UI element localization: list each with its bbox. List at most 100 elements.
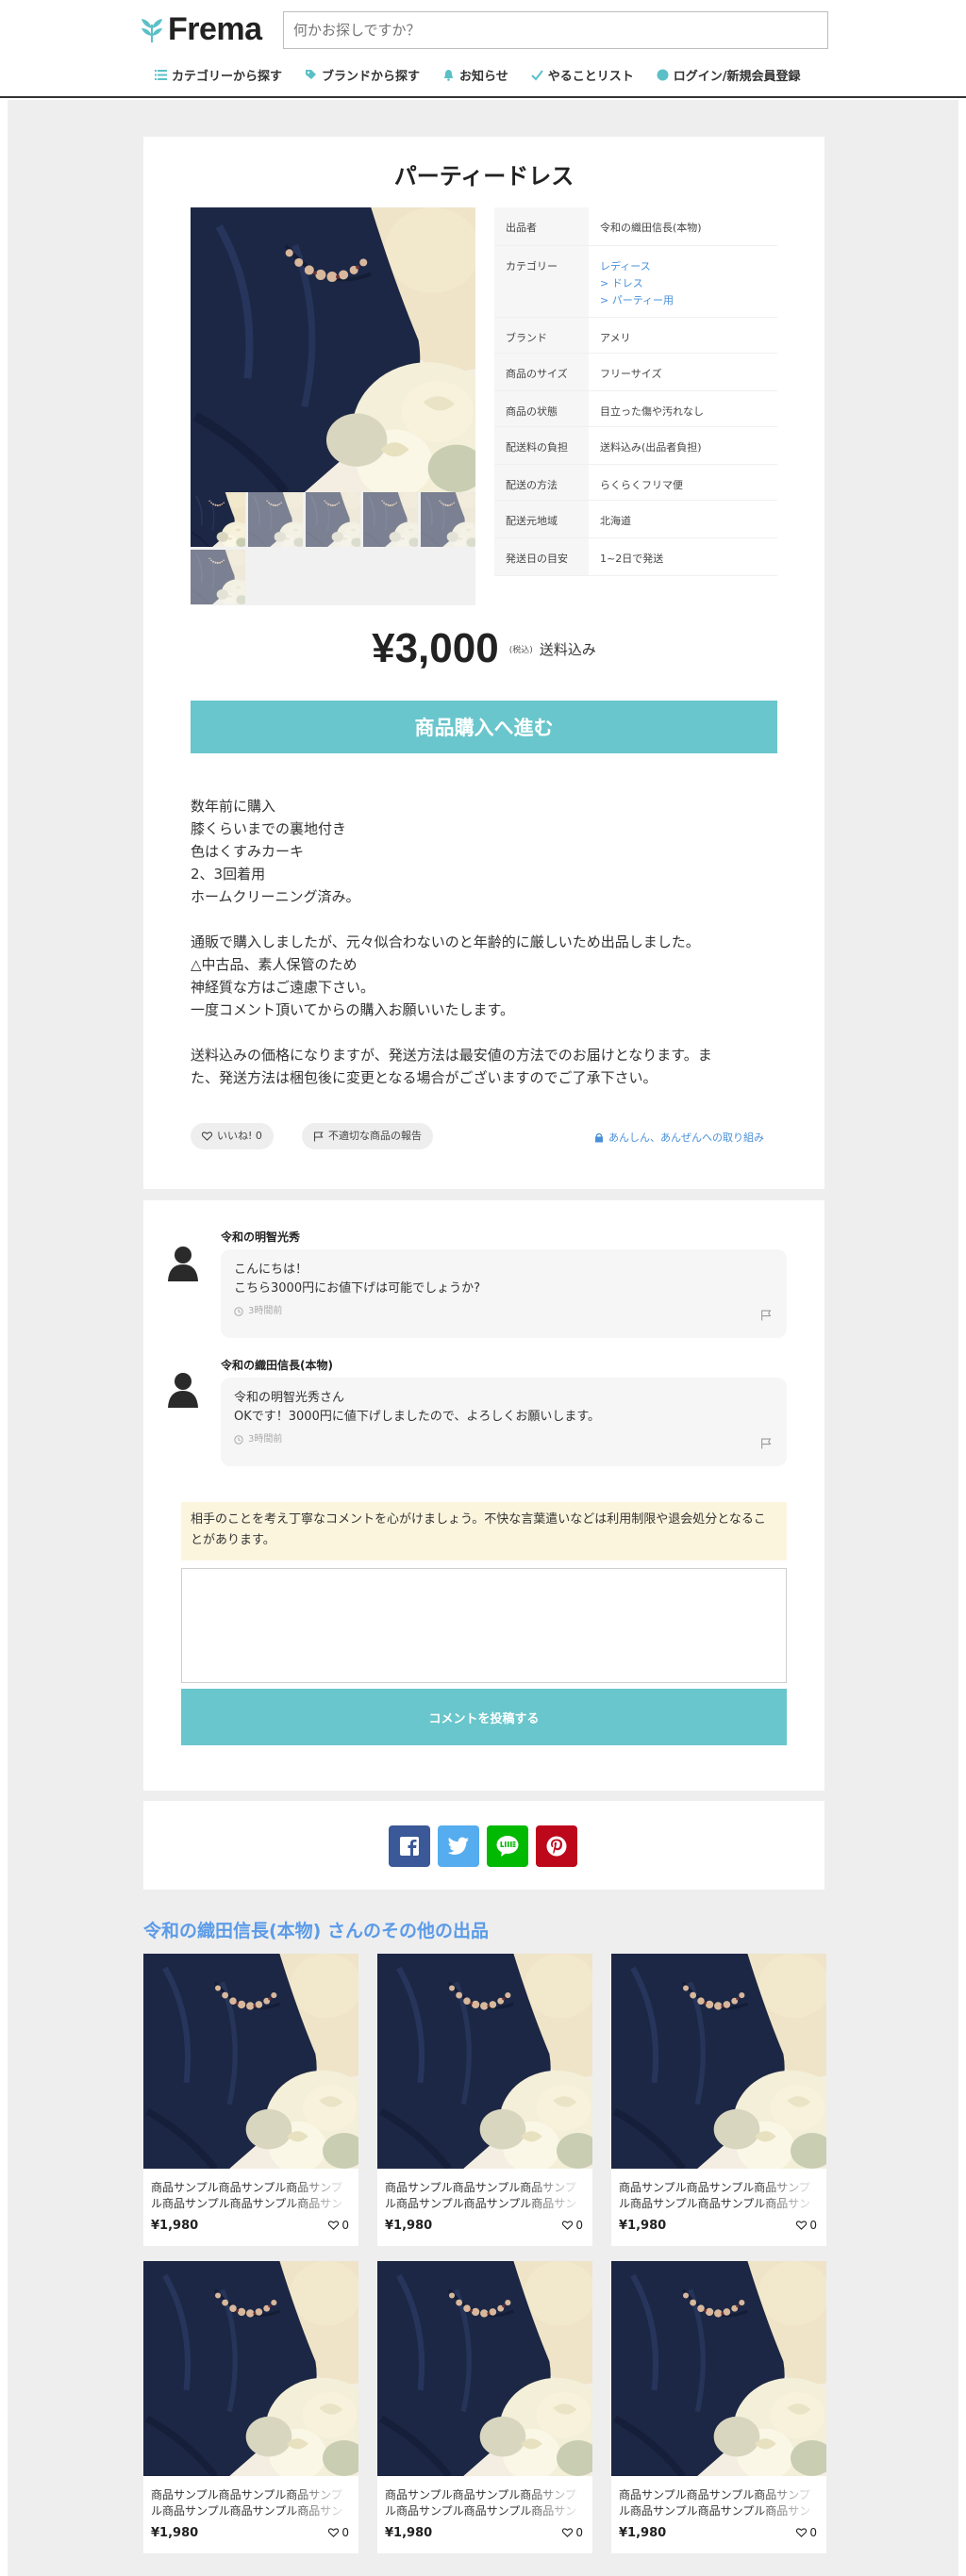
- share-buttons: [389, 1825, 577, 1867]
- spec-label: 発送日の目安: [494, 537, 589, 575]
- listing-price: ¥1,980: [385, 2219, 433, 2233]
- spec-value: フリーサイズ: [600, 367, 662, 380]
- listing-likes: 0: [562, 2526, 583, 2539]
- line-share-button[interactable]: [487, 1825, 528, 1867]
- heart-icon: [328, 2528, 340, 2537]
- thumbnail[interactable]: [306, 492, 360, 547]
- check-icon: [531, 70, 543, 81]
- nav-category-label: カテゴリーから探す: [172, 70, 283, 84]
- heart-icon: [202, 1131, 212, 1141]
- description-line: 数年前に購入: [191, 798, 276, 815]
- description-line: 神経質な方はご遠慮下さい。: [191, 979, 375, 996]
- bell-icon: [444, 70, 454, 81]
- comment-text: 令和の明智光秀さん: [234, 1391, 345, 1405]
- thumbnail[interactable]: [191, 492, 245, 547]
- listing-price: ¥1,980: [151, 2219, 199, 2233]
- post-comment-button[interactable]: コメントを投稿する: [181, 1689, 787, 1745]
- like-label: いいね! 0: [217, 1130, 262, 1142]
- category-link[interactable]: > パーティー用: [600, 292, 777, 309]
- clock-icon: [234, 1435, 243, 1445]
- flag-icon[interactable]: [760, 1310, 772, 1321]
- spec-label: 出品者: [494, 207, 589, 245]
- spec-row-brand: ブランド アメリ: [494, 317, 777, 353]
- logo-text: Frema: [168, 10, 262, 47]
- description-line: △中古品、素人保管のため: [191, 956, 358, 973]
- listing-item[interactable]: 商品サンプル商品サンプル商品サンプル商品サンプル商品サンプル商品サンプル ¥1,…: [611, 2261, 826, 2553]
- share-card: [143, 1801, 824, 1890]
- twitter-share-button[interactable]: [438, 1825, 479, 1867]
- listing-price: ¥1,980: [619, 2526, 667, 2540]
- listing-likes: 0: [796, 2219, 817, 2232]
- comment-text: こんにちは！: [234, 1263, 308, 1277]
- spec-label: 配送の方法: [494, 464, 589, 500]
- heart-icon: [796, 2528, 808, 2537]
- listing-item[interactable]: 商品サンプル商品サンプル商品サンプル商品サンプル商品サンプル商品サンプル ¥1,…: [143, 2261, 358, 2553]
- listing-name: 商品サンプル商品サンプル商品サンプル商品サンプル商品サンプル商品サンプル: [619, 2181, 811, 2210]
- listing-name: 商品サンプル商品サンプル商品サンプル商品サンプル商品サンプル商品サンプル: [385, 2488, 577, 2518]
- safety-link-label: あんしん、あんぜんへの取り組み: [608, 1131, 764, 1144]
- comment-author[interactable]: 令和の織田信長(本物): [221, 1357, 333, 1373]
- leaf-icon: [142, 19, 162, 42]
- facebook-share-button[interactable]: [389, 1825, 430, 1867]
- flag-icon: [313, 1131, 324, 1141]
- clock-icon: [234, 1307, 243, 1316]
- spec-row-shipping-method: 配送の方法 らくらくフリマ便: [494, 464, 777, 500]
- nav-login[interactable]: ログイン/新規会員登録: [657, 66, 801, 84]
- listing-item[interactable]: 商品サンプル商品サンプル商品サンプル商品サンプル商品サンプル商品サンプル ¥1,…: [377, 1954, 592, 2246]
- thumbnail-strip: [191, 492, 475, 605]
- listing-image: [377, 1954, 592, 2169]
- thumbnail[interactable]: [363, 492, 418, 547]
- report-button[interactable]: 不適切な商品の報告: [302, 1123, 433, 1149]
- nav-todo-label: やることリスト: [547, 70, 634, 84]
- comment-input[interactable]: [181, 1568, 787, 1683]
- pinterest-share-button[interactable]: [536, 1825, 577, 1867]
- nav-todo[interactable]: やることリスト: [531, 66, 634, 84]
- thumbnail[interactable]: [191, 550, 245, 604]
- search-input[interactable]: [283, 11, 828, 49]
- heart-icon: [562, 2528, 574, 2537]
- comments-card: 令和の明智光秀 こんにちは！ こちら3000円にお値下げは可能でしょうか? 3時…: [143, 1200, 824, 1791]
- listing-item[interactable]: 商品サンプル商品サンプル商品サンプル商品サンプル商品サンプル商品サンプル ¥1,…: [611, 1954, 826, 2246]
- description-line: 膝くらいまでの裏地付き: [191, 820, 347, 837]
- spec-value: 目立った傷や汚れなし: [600, 405, 704, 418]
- heart-icon: [796, 2221, 808, 2230]
- listing-likes: 0: [328, 2219, 349, 2232]
- nav-brand[interactable]: ブランドから探す: [305, 66, 420, 84]
- buy-button[interactable]: 商品購入へ進む: [191, 701, 777, 753]
- listing-item[interactable]: 商品サンプル商品サンプル商品サンプル商品サンプル商品サンプル商品サンプル ¥1,…: [377, 2261, 592, 2553]
- nav-news-label: お知らせ: [459, 70, 508, 84]
- thumbnail[interactable]: [248, 492, 303, 547]
- flag-icon[interactable]: [760, 1438, 772, 1449]
- listing-item[interactable]: 商品サンプル商品サンプル商品サンプル商品サンプル商品サンプル商品サンプル ¥1,…: [143, 1954, 358, 2246]
- listing-image: [143, 2261, 358, 2476]
- list-icon: [155, 70, 167, 80]
- comment-author[interactable]: 令和の明智光秀: [221, 1229, 300, 1245]
- line-icon: [496, 1836, 519, 1857]
- category-link[interactable]: レディース: [600, 258, 777, 275]
- product-spec-table: 出品者 令和の織田信長(本物) カテゴリー レディース > ドレス > パーティ…: [494, 207, 777, 576]
- listing-name: 商品サンプル商品サンプル商品サンプル商品サンプル商品サンプル商品サンプル: [619, 2488, 811, 2518]
- listing-image: [377, 2261, 592, 2476]
- comment-time: 3時間前: [234, 1302, 774, 1321]
- logo[interactable]: Frema: [140, 9, 262, 49]
- like-button[interactable]: いいね! 0: [191, 1123, 274, 1149]
- twitter-icon: [447, 1837, 469, 1855]
- price: ¥3,000: [372, 625, 499, 671]
- product-main-image[interactable]: [191, 207, 475, 492]
- spec-label: 配送料の負担: [494, 426, 589, 464]
- listing-image: [611, 2261, 826, 2476]
- thumbnail[interactable]: [421, 492, 475, 547]
- comment-bubble: こんにちは！ こちら3000円にお値下げは可能でしょうか? 3時間前: [221, 1249, 787, 1338]
- nav-category[interactable]: カテゴリーから探す: [155, 66, 282, 84]
- seller-name[interactable]: 令和の織田信長(本物): [589, 207, 777, 245]
- spec-row-seller: 出品者 令和の織田信長(本物): [494, 207, 777, 245]
- listing-name: 商品サンプル商品サンプル商品サンプル商品サンプル商品サンプル商品サンプル: [385, 2181, 577, 2210]
- spec-value: 送料込み(出品者負担): [600, 440, 702, 454]
- nav-news[interactable]: お知らせ: [442, 66, 508, 84]
- nav-login-label: ログイン/新規会員登録: [673, 70, 801, 84]
- user-avatar-icon: [168, 1373, 198, 1408]
- listing-price: ¥1,980: [151, 2526, 199, 2540]
- category-link[interactable]: > ドレス: [600, 275, 777, 292]
- safety-link[interactable]: あんしん、あんぜんへの取り組み: [594, 1130, 764, 1145]
- other-listings-title[interactable]: 令和の織田信長(本物) さんのその他の出品: [143, 1917, 489, 1942]
